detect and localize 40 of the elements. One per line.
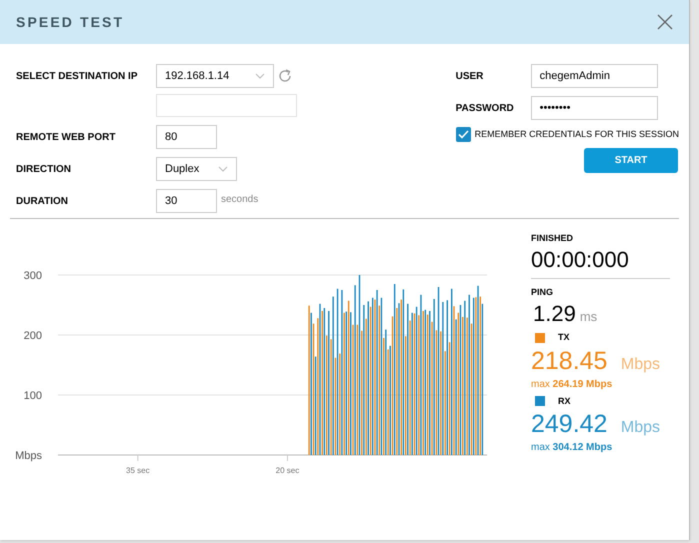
rate-unit: Mbps [620,354,660,374]
direction-dropdown[interactable]: Duplex [156,157,237,181]
field-label: USER [456,70,484,84]
elapsed-time: 00:00:000 [531,246,630,274]
checkbox[interactable] [456,127,471,142]
caret-icon [218,166,228,172]
caret-icon [255,73,265,79]
checkbox-label: REMEMBER CREDENTIALS FOR THIS SESSION [474,128,679,141]
rate-value: 218.45 [531,346,608,376]
input-field[interactable] [156,94,297,117]
ping-value: 1.29 [533,300,576,328]
dialog-title: SPEED TEST [16,12,124,32]
close-icon[interactable] [657,14,673,30]
ping-unit: ms [580,308,598,326]
axis-label: 35 sec [126,466,150,475]
field-label: PASSWORD [456,102,515,116]
axis-label: 20 sec [276,466,300,475]
password-field[interactable]: •••••••• [530,96,658,120]
rate-unit: Mbps [620,418,660,438]
max-rate: max 304.12 Mbps [531,441,614,455]
ping-label: PING [531,286,554,298]
field-label: DIRECTION [16,162,72,176]
field-label: DURATION [16,194,70,208]
axis-label: Mbps [15,450,42,462]
max-rate: max 264.19 Mbps [531,378,614,392]
unit-label: seconds [221,192,258,206]
status-label: FINISHED [531,232,574,245]
duration-field[interactable]: 30 [156,189,217,213]
axis-label: 100 [24,390,42,402]
field-label: SELECT DESTINATION IP [16,70,138,84]
ip-dropdown[interactable]: 192.168.1.14 [156,64,274,88]
legend-label: TX [558,331,570,344]
refresh-icon[interactable] [277,68,293,84]
legend-label: RX [558,394,571,408]
rate-value: 249.42 [531,409,608,440]
user-field[interactable]: chegemAdmin [530,64,658,88]
axis-label: 200 [24,330,42,342]
port-field[interactable]: 80 [156,125,217,149]
field-label: REMOTE WEB PORT [16,130,116,144]
axis-label: 300 [24,270,42,282]
